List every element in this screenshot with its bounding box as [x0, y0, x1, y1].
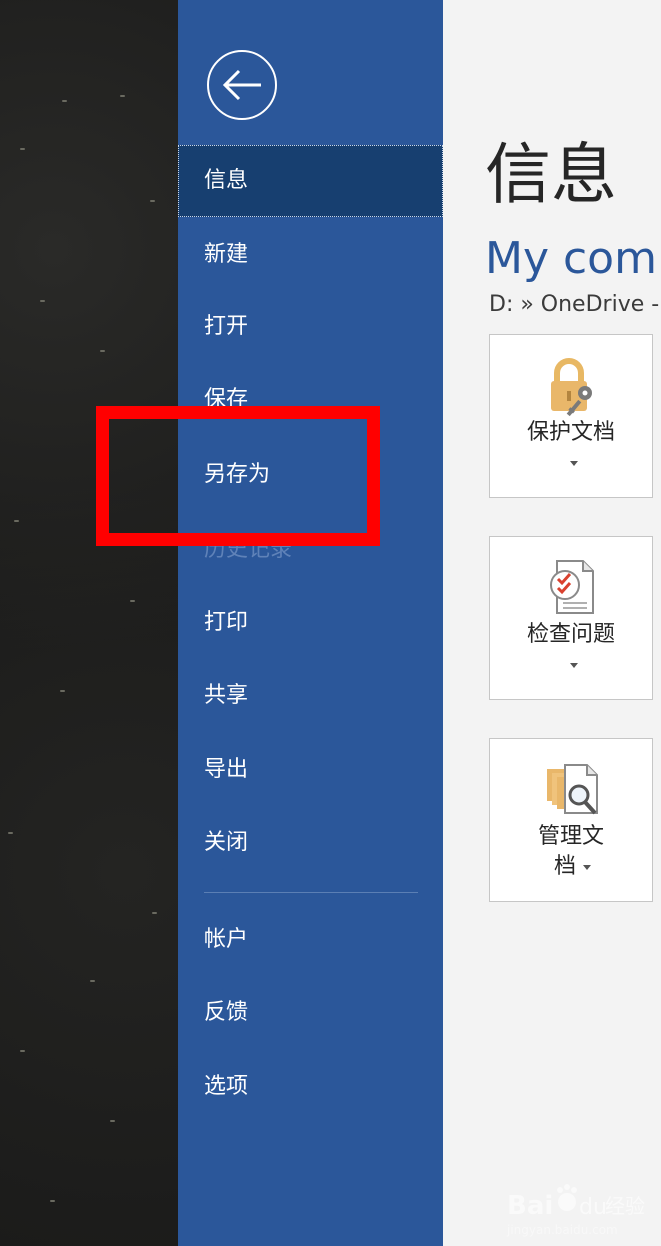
nav-item-open[interactable]: 打开	[178, 291, 443, 363]
check-for-issues-button[interactable]: 检查问题	[489, 536, 653, 700]
nav-item-options[interactable]: 选项	[178, 1051, 443, 1123]
chevron-down-icon	[570, 461, 578, 466]
nav-item-info[interactable]: 信息	[178, 145, 443, 217]
paw-icon	[557, 1184, 577, 1211]
nav-item-new[interactable]: 新建	[178, 219, 443, 291]
watermark-brand-suffix: du	[579, 1195, 607, 1220]
nav-item-close[interactable]: 关闭	[178, 807, 443, 879]
manage-document-label-line1: 管理文	[537, 824, 604, 849]
page-title: 信息	[485, 136, 617, 213]
document-checklist-icon	[550, 560, 594, 614]
watermark-product: 经验	[605, 1194, 645, 1218]
nav-item-share[interactable]: 共享	[178, 660, 443, 732]
chevron-down-icon	[570, 663, 578, 668]
lock-key-icon	[551, 358, 592, 417]
manage-document-button[interactable]: 管理文 档	[489, 738, 653, 902]
nav-item-account[interactable]: 帐户	[178, 904, 443, 976]
nav-item-export[interactable]: 导出	[178, 734, 443, 806]
watermark-brand: Bai	[507, 1191, 553, 1221]
document-path[interactable]: D: » OneDrive -	[489, 290, 659, 320]
protect-document-label: 保护文档	[526, 420, 615, 445]
check-for-issues-label: 检查问题	[526, 622, 615, 647]
desktop-wallpaper	[0, 0, 178, 1246]
back-button[interactable]	[207, 50, 277, 120]
protect-document-button[interactable]: 保护文档	[489, 334, 653, 498]
nav-item-print[interactable]: 打印	[178, 587, 443, 659]
documents-magnifier-icon	[547, 764, 598, 815]
backstage-sidebar: 信息 新建 打开 保存 另存为 历史记录 打印 共享 导出 关闭 帐户 反馈 选…	[178, 0, 443, 1246]
screen: 信息 新建 打开 保存 另存为 历史记录 打印 共享 导出 关闭 帐户 反馈 选…	[0, 0, 661, 1246]
baidu-watermark: Bai du 经验 jingyan.baidu.com	[506, 1184, 645, 1237]
nav-item-feedback[interactable]: 反馈	[178, 977, 443, 1049]
document-title: My comm	[485, 233, 661, 284]
chevron-down-icon	[583, 865, 591, 870]
watermark-url: jingyan.baidu.com	[506, 1223, 618, 1237]
manage-document-label-line2: 档	[553, 854, 576, 879]
nav-divider	[204, 892, 418, 893]
highlight-annotation-box	[96, 406, 380, 546]
info-panel: 信息 My comm D: » OneDrive - 保护文档	[443, 0, 661, 1246]
back-arrow-icon	[222, 69, 261, 101]
